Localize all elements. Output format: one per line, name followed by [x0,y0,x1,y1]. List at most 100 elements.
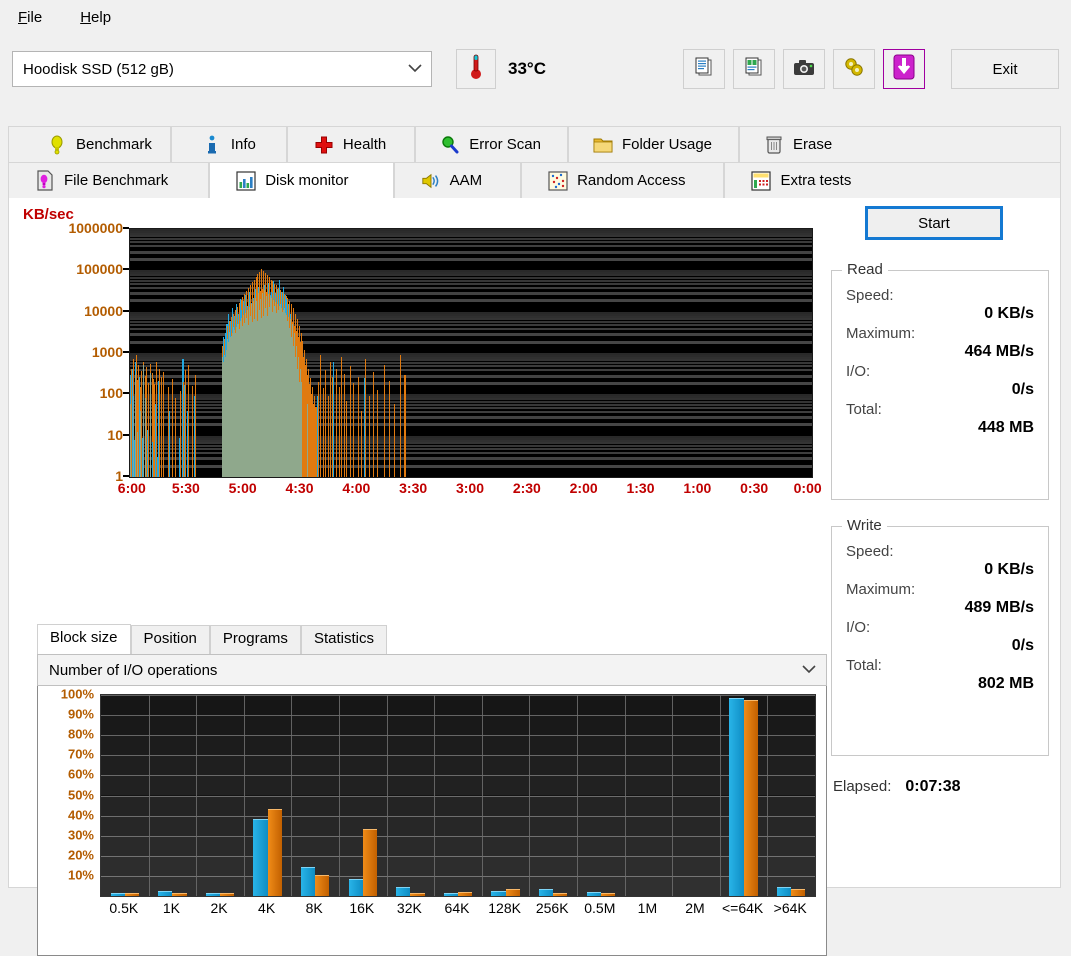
tab-random-access-label: Random Access [577,172,686,189]
write-maximum-label: Maximum: [846,581,916,598]
speed-chart-x-axis: 6:00 5:30 5:00 4:30 4:00 3:30 3:00 2:30 2:00 1:30… [118,480,822,502]
tab-health[interactable]: Health [286,126,416,162]
histogram-x-label: 32K [396,900,422,916]
histogram-gridline [339,695,340,896]
histogram-bar [396,886,411,896]
tab-error-scan[interactable]: Error Scan [415,126,568,162]
speaker-icon [421,171,441,191]
tab-disk-monitor[interactable]: Disk monitor [209,162,394,198]
histogram-bar [743,700,758,896]
read-stats-group: Read Speed: 0 KB/s Maximum: 464 MB/s I/O… [831,261,1049,500]
speed-y-label: 10000 [84,302,123,319]
drive-select[interactable]: Hoodisk SSD (512 gB) [12,51,432,87]
tab-row-1: Benchmark Info Health Error Scan Folder … [8,126,1061,162]
histogram-x-label: >64K [773,900,807,916]
histogram-bar [586,892,601,896]
lower-tab-position[interactable]: Position [130,625,210,654]
histogram-bar [729,698,744,896]
histogram-plot [100,694,816,897]
speed-x-label: 3:30 [399,480,428,496]
tab-row-2: File Benchmark Disk monitor AAM Random A… [8,162,1061,198]
histogram-gridline [291,695,293,896]
histogram-bar [443,893,458,896]
temperature-button[interactable] [456,49,496,89]
download-button[interactable] [883,49,925,89]
settings-button[interactable] [833,49,875,89]
scatter-icon [548,170,568,191]
copy-image-button[interactable] [733,49,775,89]
histogram-gridline [672,695,674,896]
histogram-bar [776,886,792,896]
histogram-x-label: 128K [488,900,521,916]
chevron-down-icon [801,663,817,678]
tab-benchmark-label: Benchmark [76,136,152,153]
read-speed-label: Speed: [846,287,894,304]
write-speed-label: Speed: [846,543,894,560]
histogram-x-label: 0.5K [109,900,139,916]
screenshot-button[interactable] [783,49,825,89]
histogram-gridline [148,695,150,896]
speed-x-label: 1:30 [626,480,655,496]
menu-help[interactable]: Help [72,6,119,29]
histogram-y-label: 30% [67,827,94,843]
lower-tab-statistics[interactable]: Statistics [300,625,387,654]
tab-random-access[interactable]: Random Access [521,162,725,198]
toolbar-buttons: Exit [683,49,1059,89]
hd-tune-window: File Help Hoodisk SSD (512 gB) 33°C Exit… [0,0,1071,956]
tab-benchmark[interactable]: Benchmark [8,126,171,162]
histogram-bar [600,893,616,896]
start-button[interactable]: Start [865,206,1003,240]
lower-tab-block-size[interactable]: Block size [37,624,131,654]
speed-x-label: 4:30 [285,480,314,496]
tab-erase[interactable]: Erase [739,126,1061,162]
tab-error-scan-label: Error Scan [469,136,541,153]
histogram-gridline [243,695,245,896]
lower-tab-programs[interactable]: Programs [209,625,301,654]
toolbar: Hoodisk SSD (512 gB) 33°C Exit [0,34,1071,104]
lower-tab-block-size-label: Block size [50,629,118,646]
histogram-bar [220,893,235,896]
read-speed-value: 0 KB/s [984,305,1034,322]
speed-x-label: 0:30 [740,480,769,496]
tab-info[interactable]: Info [170,126,287,162]
histogram-bar [458,892,473,896]
exit-button[interactable]: Exit [951,49,1059,89]
disk-monitor-panel: KB/sec 6:00 5:30 5:00 4:30 4:00 3:30 3:00 2:30 2… [8,198,1061,956]
speed-y-label: 1000 [91,344,123,360]
metric-select[interactable]: Number of I/O operations [37,654,827,686]
tab-health-label: Health [342,136,387,153]
speed-x-label: 5:30 [171,480,200,496]
red-cross-icon [314,135,334,155]
read-total-value: 448 MB [977,419,1034,436]
elapsed-row: Elapsed: 0:07:38 [831,778,1049,796]
read-io-label: I/O: [846,363,871,380]
bar-chart-icon [236,170,256,191]
histogram-gridline [196,695,198,896]
write-io-value: 0/s [1011,637,1034,654]
copy-text-button[interactable] [683,49,725,89]
tab-disk-monitor-label: Disk monitor [265,172,349,189]
write-maximum-value: 489 MB/s [964,599,1034,616]
histogram-x-label: <=64K [721,900,764,916]
speed-y-label: 10 [107,426,123,443]
histogram-y-label: 20% [67,847,94,863]
write-stats-group: Write Speed: 0 KB/s Maximum: 489 MB/s I/… [831,517,1049,756]
tab-extra-tests[interactable]: Extra tests [724,162,1061,198]
histogram-bar [205,893,220,896]
tab-folder-usage-label: Folder Usage [621,136,713,153]
speed-y-tick [123,309,129,312]
histogram-bar [410,893,425,896]
tab-folder-usage[interactable]: Folder Usage [567,126,740,162]
menu-bar: File Help [0,0,1071,34]
histogram-bar [315,874,330,896]
speed-x-label: 3:00 [455,480,485,496]
menu-file[interactable]: File [10,6,50,29]
speed-chart-plot [129,228,813,478]
histogram-gridline [529,695,531,896]
histogram-gridline [577,695,578,896]
histogram-x-label: 0.5M [584,900,616,916]
read-maximum-label: Maximum: [846,325,916,342]
tab-aam[interactable]: AAM [393,162,522,198]
speed-y-tick [123,268,129,271]
tab-file-benchmark[interactable]: File Benchmark [8,162,210,198]
